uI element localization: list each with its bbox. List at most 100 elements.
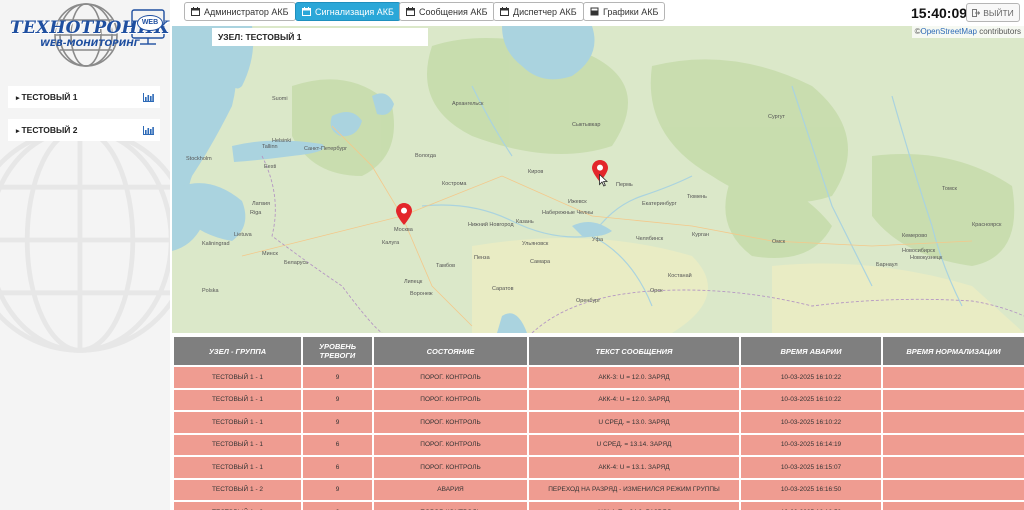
tab-label: Сигнализация АКБ [315, 6, 394, 17]
city-label: Беларусь [284, 260, 309, 266]
cell-message-text: ПЕРЕХОД НА РАЗРЯД - ИЗМЕНИЛСЯ РЕЖИМ ГРУП… [529, 479, 739, 500]
cell-message-text: АКК-4: T = 34.0. РАЗРЯД [529, 502, 739, 510]
city-label: Калуга [382, 240, 400, 246]
calendar-icon [191, 7, 200, 16]
sidebar-item-label: ТЕСТОВЫЙ 2 [16, 125, 77, 135]
cell-alarm-time: 10-03-2025 16:10:22 [741, 412, 881, 433]
table-row[interactable]: ТЕСТОВЫЙ 1 - 1 6 ПОРОГ. КОНТРОЛЬ U СРЕД.… [174, 434, 1024, 455]
cell-alarm-level: 9 [303, 367, 372, 388]
city-label: Новосибирск [902, 248, 936, 254]
cell-alarm-time: 10-03-2025 16:10:22 [741, 367, 881, 388]
tab-dispatcher[interactable]: Диспетчер АКБ [493, 2, 584, 21]
cell-state: АВАРИЯ [374, 479, 527, 500]
cell-normalization-time [883, 434, 1024, 455]
tab-label: Администратор АКБ [204, 6, 289, 17]
tab-messages[interactable]: Сообщения АКБ [399, 2, 495, 21]
city-label: Казань [516, 219, 534, 225]
map-attribution: ©OpenStreetMap contributors [911, 26, 1024, 38]
logout-button[interactable]: ВЫЙТИ [966, 3, 1020, 22]
sidebar-item-test1[interactable]: ТЕСТОВЫЙ 1 [8, 86, 160, 108]
map[interactable]: УЗЕЛ: ТЕСТОВЫЙ 1 ©OpenStreetMap contribu… [172, 26, 1024, 333]
cell-node-group: ТЕСТОВЫЙ 1 - 1 [174, 367, 301, 388]
city-label: Екатеринбург [642, 201, 677, 207]
tab-label: Графики АКБ [603, 6, 659, 17]
tab-label: Сообщения АКБ [419, 6, 488, 17]
column-header-message-text[interactable]: ТЕКСТ СООБЩЕНИЯ [529, 337, 739, 365]
cell-state: ПОРОГ. КОНТРОЛЬ [374, 412, 527, 433]
city-label: Воронеж [410, 291, 433, 297]
city-label: Kaliningrad [202, 241, 230, 247]
cell-normalization-time [883, 502, 1024, 510]
globe-watermark-icon [0, 127, 170, 353]
cell-state: ПОРОГ. КОНТРОЛЬ [374, 434, 527, 455]
calendar-icon [406, 7, 415, 16]
table-row[interactable]: ТЕСТОВЫЙ 1 - 2 9 АВАРИЯ ПЕРЕХОД НА РАЗРЯ… [174, 479, 1024, 500]
column-header-alarm-time[interactable]: ВРЕМЯ АВАРИИ [741, 337, 881, 365]
cell-normalization-time [883, 389, 1024, 410]
table-row[interactable]: ТЕСТОВЫЙ 1 - 1 9 ПОРОГ. КОНТРОЛЬ АКК-3: … [174, 367, 1024, 388]
city-label: Оренбург [576, 298, 601, 304]
node-title: УЗЕЛ: ТЕСТОВЫЙ 1 [212, 28, 428, 46]
sidebar: ТЕХНОТРОНИКС WEB-МОНИТОРИНГ WEB ТЕСТОВЫЙ… [0, 0, 170, 510]
map-pin-moscow[interactable] [396, 203, 412, 225]
bar-chart-icon[interactable] [143, 125, 154, 135]
city-label: Тамбов [436, 263, 456, 269]
chart-icon [590, 7, 599, 16]
city-label: Киров [528, 169, 544, 175]
city-label: Нижний Новгород [468, 222, 514, 228]
tab-alarms[interactable]: Сигнализация АКБ [295, 2, 401, 21]
table-row[interactable]: ТЕСТОВЫЙ 1 - 1 9 ПОРОГ. КОНТРОЛЬ U СРЕД.… [174, 412, 1024, 433]
cell-node-group: ТЕСТОВЫЙ 1 - 1 [174, 434, 301, 455]
logo-web-badge: WEB [137, 15, 163, 31]
table-row[interactable]: ТЕСТОВЫЙ 1 - 2 3 ПОРОГ. КОНТРОЛЬ АКК-4: … [174, 502, 1024, 510]
city-label: Сургут [768, 114, 785, 120]
city-label: Stockholm [186, 156, 212, 162]
cell-alarm-time: 10-03-2025 16:16:50 [741, 502, 881, 510]
logout-icon [972, 8, 981, 17]
alarms-table: УЗЕЛ - ГРУППА УРОВЕНЬ ТРЕВОГИ СОСТОЯНИЕ … [172, 335, 1024, 510]
tab-admin[interactable]: Администратор АКБ [184, 2, 296, 21]
city-label: Барнаул [876, 262, 898, 268]
table-header-row: УЗЕЛ - ГРУППА УРОВЕНЬ ТРЕВОГИ СОСТОЯНИЕ … [174, 337, 1024, 365]
city-label: Омск [772, 239, 786, 245]
cell-message-text: U СРЕД. = 13.14. ЗАРЯД [529, 434, 739, 455]
cell-node-group: ТЕСТОВЫЙ 1 - 2 [174, 479, 301, 500]
cell-state: ПОРОГ. КОНТРОЛЬ [374, 367, 527, 388]
alarms-table-container[interactable]: УЗЕЛ - ГРУППА УРОВЕНЬ ТРЕВОГИ СОСТОЯНИЕ … [172, 335, 1024, 510]
cell-message-text: U СРЕД. = 13.0. ЗАРЯД [529, 412, 739, 433]
city-label: Орск [650, 288, 663, 294]
cell-normalization-time [883, 412, 1024, 433]
city-label: Липецк [404, 279, 423, 285]
bar-chart-icon[interactable] [143, 92, 154, 102]
sidebar-item-test2[interactable]: ТЕСТОВЫЙ 2 [8, 119, 160, 141]
city-label: Архангельск [452, 101, 484, 107]
city-label: Курган [692, 232, 709, 238]
cell-message-text: АКК-4: U = 13.1. ЗАРЯД [529, 457, 739, 478]
openstreetmap-link[interactable]: OpenStreetMap [920, 27, 976, 36]
clock: 15:40:09 [911, 5, 968, 21]
column-header-normalization-time[interactable]: ВРЕМЯ НОРМАЛИЗАЦИИ [883, 337, 1024, 365]
mouse-cursor-icon [599, 174, 608, 187]
tab-charts[interactable]: Графики АКБ [583, 2, 666, 21]
cell-node-group: ТЕСТОВЫЙ 1 - 1 [174, 389, 301, 410]
city-label: Пермь [616, 182, 633, 188]
column-header-alarm-level[interactable]: УРОВЕНЬ ТРЕВОГИ [303, 337, 372, 365]
cell-normalization-time [883, 367, 1024, 388]
city-label: Сыктывкар [572, 122, 601, 128]
cell-alarm-time: 10-03-2025 16:10:22 [741, 389, 881, 410]
city-label: Suomi [272, 96, 288, 102]
column-header-state[interactable]: СОСТОЯНИЕ [374, 337, 527, 365]
cell-node-group: ТЕСТОВЫЙ 1 - 1 [174, 457, 301, 478]
city-label: Lietuva [234, 232, 252, 238]
table-row[interactable]: ТЕСТОВЫЙ 1 - 1 6 ПОРОГ. КОНТРОЛЬ АКК-4: … [174, 457, 1024, 478]
city-label: Кемерово [902, 233, 928, 239]
table-row[interactable]: ТЕСТОВЫЙ 1 - 1 9 ПОРОГ. КОНТРОЛЬ АКК-4: … [174, 389, 1024, 410]
city-label: Кострома [442, 181, 467, 187]
city-label: Челябинск [636, 236, 664, 242]
column-header-node-group[interactable]: УЗЕЛ - ГРУППА [174, 337, 301, 365]
cell-alarm-time: 10-03-2025 16:14:19 [741, 434, 881, 455]
city-label: Минск [262, 251, 278, 257]
city-label: Самара [530, 259, 551, 265]
cell-normalization-time [883, 457, 1024, 478]
city-label: Латвия [252, 201, 271, 207]
